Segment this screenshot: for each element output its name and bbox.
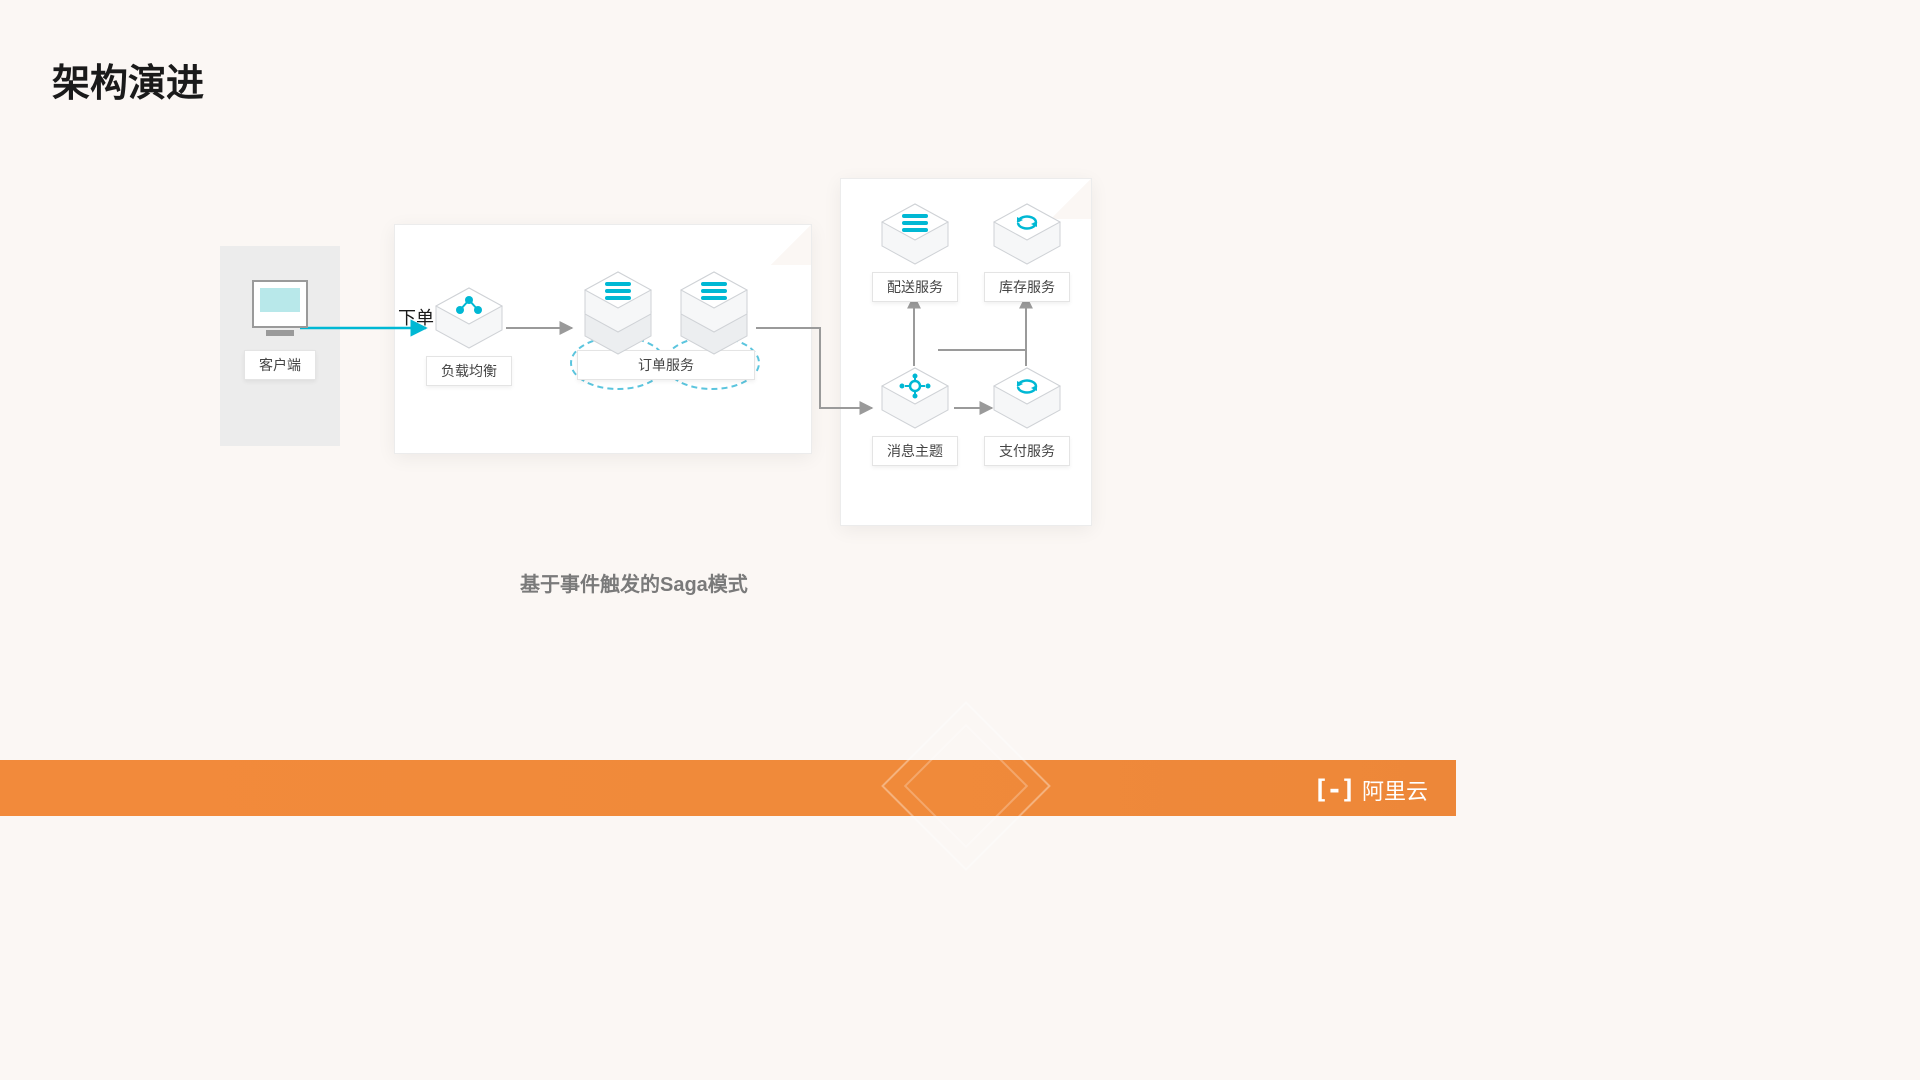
- slide-title: 架构演进: [52, 52, 204, 107]
- node-inventory: 库存服务: [982, 202, 1072, 302]
- node-delivery: 配送服务: [870, 202, 960, 302]
- node-payment: 支付服务: [982, 366, 1072, 466]
- node-label: 配送服务: [872, 272, 958, 302]
- node-label: 库存服务: [984, 272, 1070, 302]
- node-lb: 负载均衡: [426, 286, 512, 386]
- server-icon: [878, 202, 952, 266]
- brand-text: 阿里云: [1362, 774, 1428, 806]
- footer-bar: [-] 阿里云: [0, 760, 1456, 816]
- lb-icon: [432, 286, 506, 350]
- node-label: 客户端: [244, 350, 316, 380]
- server-icon: [581, 270, 655, 334]
- server-icon: [677, 270, 751, 334]
- node-client: 客户端: [242, 280, 318, 380]
- footer-decor-icon: [881, 701, 1051, 871]
- brand-logo: [-] 阿里云: [1313, 774, 1428, 806]
- architecture-diagram: 下单 客户端 负载均衡: [220, 170, 1100, 530]
- node-label: 支付服务: [984, 436, 1070, 466]
- sync-icon: [990, 366, 1064, 430]
- node-label: 负载均衡: [426, 356, 512, 386]
- node-topic: 消息主题: [870, 366, 960, 466]
- node-order: 订单服务: [574, 270, 758, 380]
- topic-icon: [878, 366, 952, 430]
- node-label: 消息主题: [872, 436, 958, 466]
- sync-icon: [990, 202, 1064, 266]
- diagram-caption: 基于事件触发的Saga模式: [520, 568, 748, 597]
- monitor-icon: [252, 280, 308, 328]
- brand-bracket-icon: [-]: [1313, 775, 1354, 805]
